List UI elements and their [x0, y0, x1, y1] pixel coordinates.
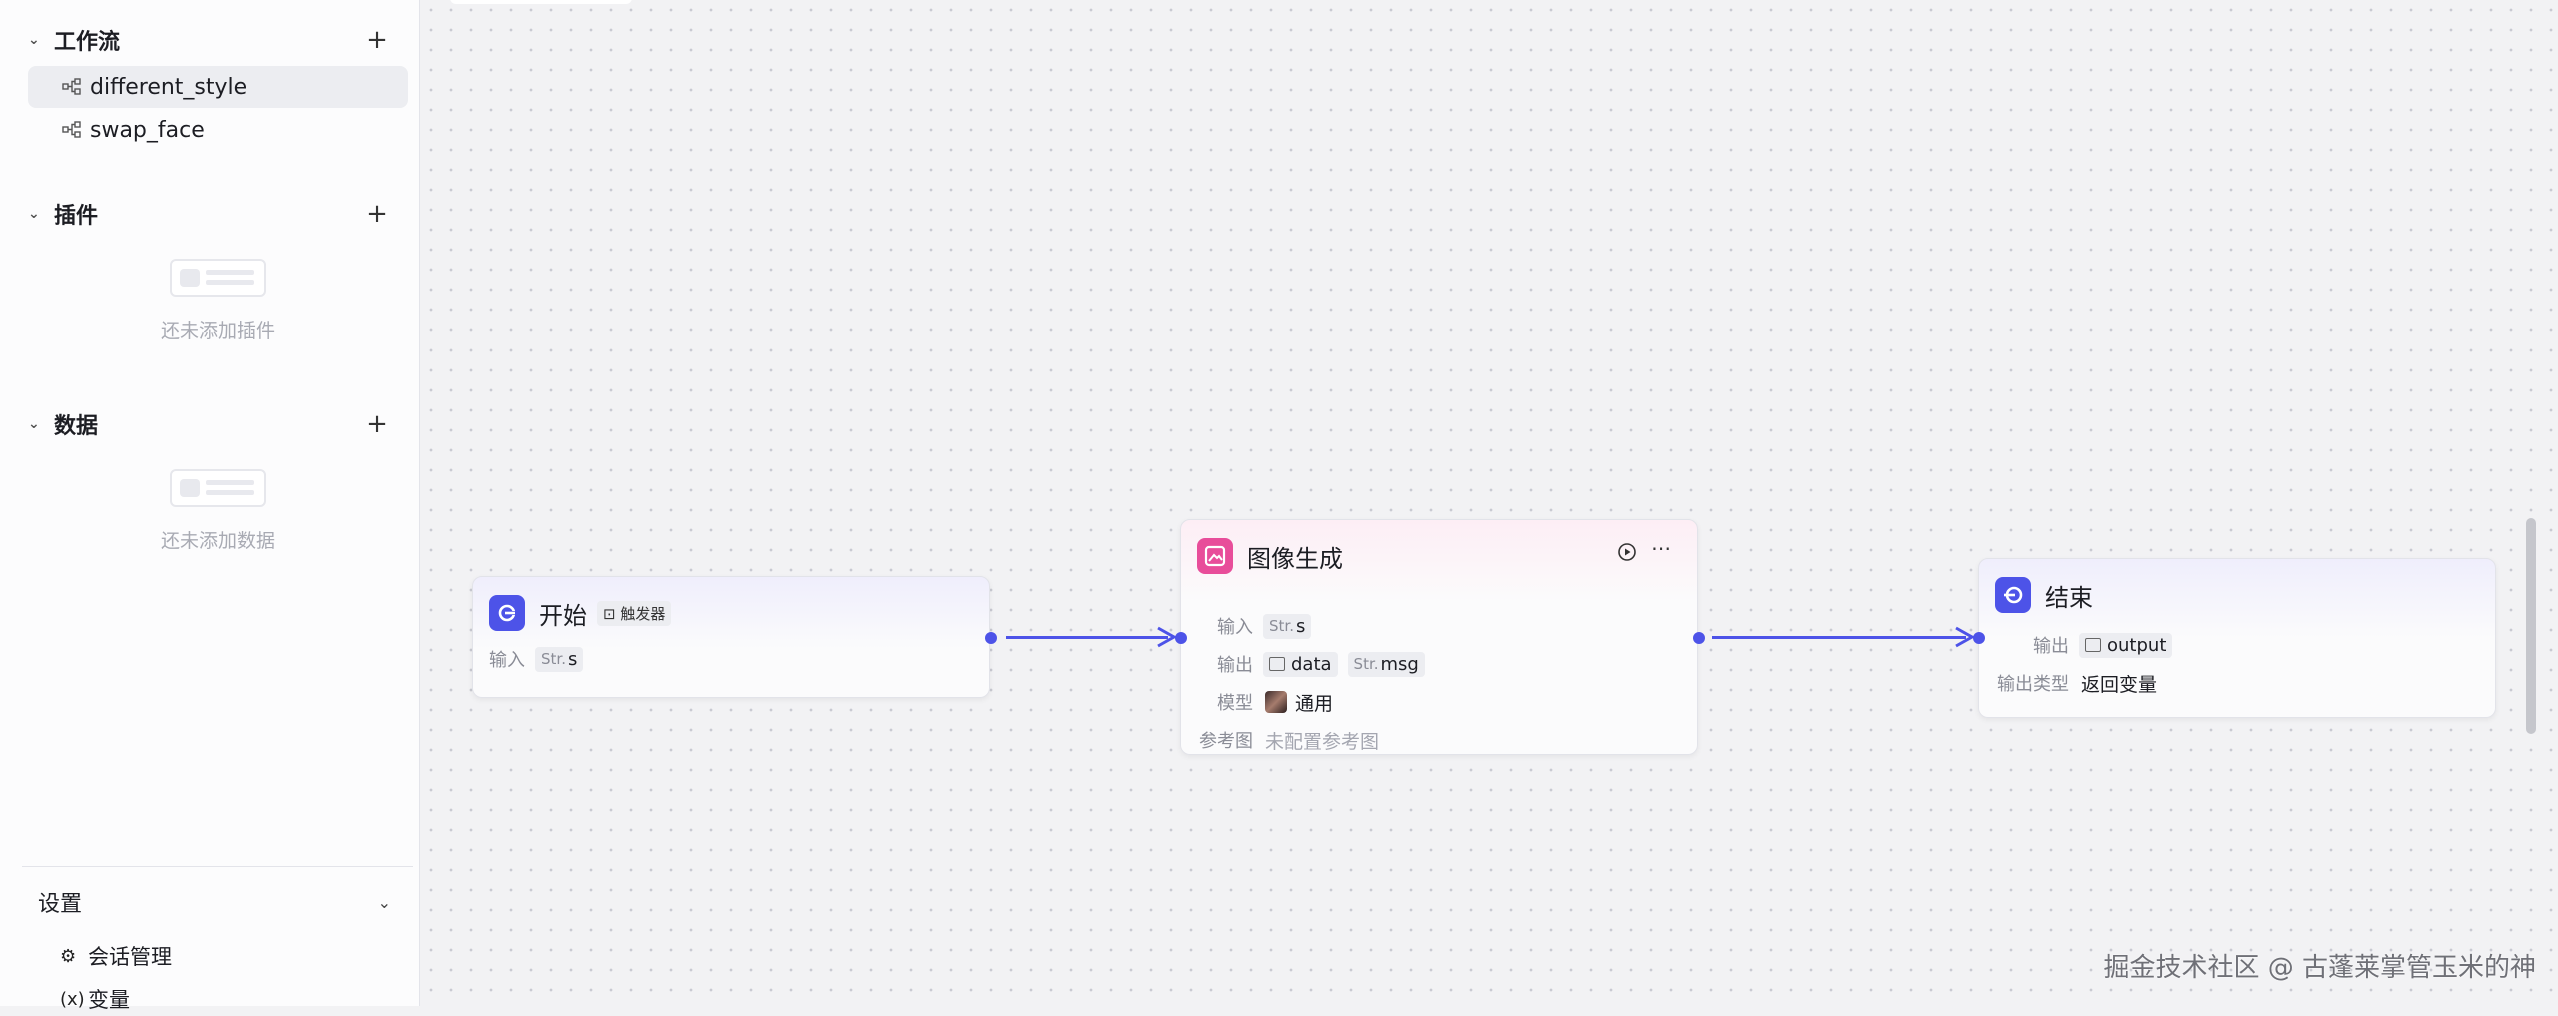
settings-divider: [22, 866, 413, 867]
trigger-badge: ⊡ 触发器: [597, 601, 671, 626]
end-node-title: 结束: [2045, 578, 2093, 613]
image-model-row: 模型 通用: [1181, 688, 1333, 716]
workflow-icon: [62, 121, 82, 139]
workflow-item-label: swap_face: [90, 118, 205, 143]
output-label: 输出: [1979, 632, 2069, 658]
canvas-top-tab: [450, 0, 632, 4]
settings-item-variable[interactable]: (x) 变量: [60, 982, 130, 1016]
end-input-port[interactable]: [1973, 632, 1985, 644]
workflow-item-label: different_style: [90, 75, 247, 100]
workflow-item-different-style[interactable]: different_style: [28, 66, 408, 108]
settings-item-session[interactable]: ⚙ 会话管理: [60, 939, 172, 973]
image-output-port[interactable]: [1693, 632, 1705, 644]
var-name: s: [568, 649, 577, 670]
input-label: 输入: [489, 646, 525, 672]
reference-value: 未配置参考图: [1265, 727, 1379, 754]
data-section-title: 数据: [54, 408, 98, 440]
run-node-icon[interactable]: [1617, 542, 1637, 567]
var-name: msg: [1381, 654, 1419, 675]
chevron-down-icon[interactable]: ⌄: [28, 206, 54, 222]
settings-header[interactable]: 设置 ⌄: [38, 884, 391, 920]
image-node-header: 图像生成: [1197, 536, 1343, 576]
empty-plugin-text: 还未添加插件: [0, 316, 436, 343]
type-prefix: Str.: [1354, 655, 1379, 673]
start-node-title: 开始: [539, 596, 587, 631]
add-plugin-button[interactable]: +: [363, 199, 391, 229]
image-reference-row: 参考图 未配置参考图: [1181, 726, 1379, 754]
image-input-row: 输入 Str. s: [1181, 612, 1311, 640]
watermark: 掘金技术社区 @ 古蓬莱掌管玉米的神: [2103, 947, 2536, 984]
workflow-icon: [62, 78, 82, 96]
input-label: 输入: [1181, 613, 1253, 639]
output-var-tag: output: [2079, 633, 2172, 658]
input-var-tag: Str. s: [535, 647, 583, 672]
output-type-value: 返回变量: [2081, 670, 2157, 697]
edge-image-to-end[interactable]: [1712, 636, 1966, 639]
trigger-badge-label: 触发器: [620, 605, 665, 623]
end-icon: [1995, 577, 2031, 613]
var-name: s: [1296, 616, 1305, 637]
workflow-section-title: 工作流: [54, 24, 120, 56]
start-input-row: 输入 Str. s: [489, 645, 583, 673]
workflow-item-swap-face[interactable]: swap_face: [28, 109, 408, 151]
empty-plugin-illustration: [170, 259, 266, 297]
end-node[interactable]: 结束 输出 output 输出类型 返回变量: [1978, 558, 2496, 718]
settings-item-label: 会话管理: [88, 941, 172, 971]
add-data-button[interactable]: +: [363, 409, 391, 439]
input-var-tag: Str. s: [1263, 614, 1311, 639]
image-type-icon: [1269, 657, 1285, 671]
chevron-down-icon[interactable]: ⌄: [28, 32, 54, 48]
chevron-down-icon[interactable]: ⌄: [378, 893, 391, 912]
type-prefix: Str.: [541, 650, 566, 668]
model-value: 通用: [1295, 689, 1333, 716]
plugin-section-header[interactable]: ⌄ 插件 +: [28, 194, 391, 234]
chevron-down-icon[interactable]: ⌄: [28, 416, 54, 432]
settings-item-label: 变量: [88, 984, 130, 1014]
start-icon: [489, 595, 525, 631]
image-input-port[interactable]: [1175, 632, 1187, 644]
image-generation-node[interactable]: 图像生成 ⋯ 输入 Str. s 输出 data Str. msg 模型 通用 …: [1180, 519, 1698, 755]
reference-label: 参考图: [1181, 727, 1253, 753]
image-node-title: 图像生成: [1247, 539, 1343, 574]
plugin-section-title: 插件: [54, 198, 98, 230]
output-msg-tag: Str. msg: [1348, 652, 1425, 677]
type-prefix: Str.: [1269, 617, 1294, 635]
variable-icon: (x): [60, 989, 86, 1010]
end-node-header: 结束: [1995, 575, 2093, 615]
workflow-section-header[interactable]: ⌄ 工作流 +: [28, 20, 391, 60]
model-avatar: [1265, 691, 1287, 713]
workflow-canvas[interactable]: [421, 0, 2558, 1006]
sidebar: ⌄ 工作流 + different_style swap_face ⌄ 插件 +…: [0, 0, 420, 1006]
canvas-scrollbar[interactable]: [2526, 518, 2536, 734]
start-output-port[interactable]: [985, 632, 997, 644]
edge-start-to-image[interactable]: [1006, 636, 1168, 639]
var-name: data: [1291, 654, 1332, 675]
image-generation-icon: [1197, 538, 1233, 574]
end-output-type-row: 输出类型 返回变量: [1979, 669, 2157, 697]
image-output-row: 输出 data Str. msg: [1181, 650, 1425, 678]
empty-data-text: 还未添加数据: [0, 526, 436, 553]
empty-data-illustration: [170, 469, 266, 507]
data-section-header[interactable]: ⌄ 数据 +: [28, 404, 391, 444]
model-label: 模型: [1181, 689, 1253, 715]
var-name: output: [2107, 635, 2166, 656]
output-data-tag: data: [1263, 652, 1338, 677]
output-type-label: 输出类型: [1979, 670, 2069, 696]
settings-title: 设置: [38, 886, 82, 918]
output-label: 输出: [1181, 651, 1253, 677]
start-node-header: 开始 ⊡ 触发器: [489, 593, 671, 633]
image-type-icon: [2085, 638, 2101, 652]
chat-settings-icon: ⚙: [60, 946, 86, 967]
add-workflow-button[interactable]: +: [363, 25, 391, 55]
end-output-row: 输出 output: [1979, 631, 2172, 659]
more-options-icon[interactable]: ⋯: [1651, 536, 1671, 560]
start-node[interactable]: 开始 ⊡ 触发器 输入 Str. s: [472, 576, 990, 698]
